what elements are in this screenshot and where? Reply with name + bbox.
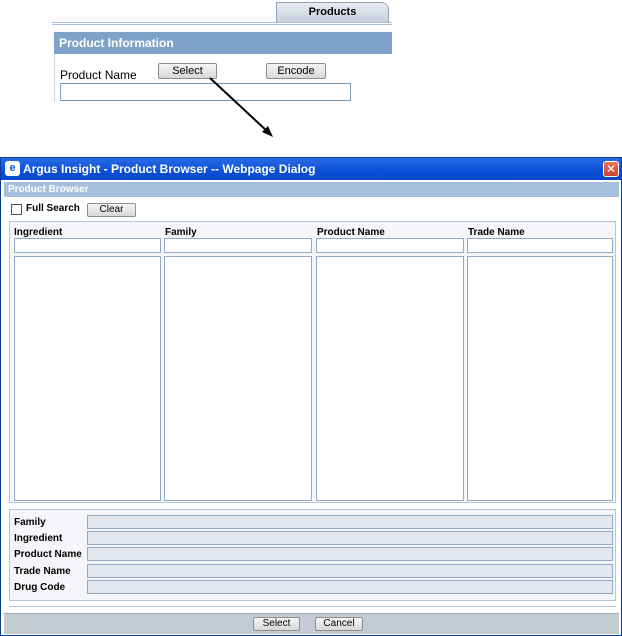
clear-button[interactable]: Clear (87, 203, 136, 217)
footer-divider (9, 606, 616, 607)
detail-field-family (87, 515, 613, 529)
ingredient-filter-input[interactable] (14, 238, 161, 253)
tab-underline (52, 22, 392, 23)
detail-field-drug-code (87, 580, 613, 594)
column-header-ingredient: Ingredient (14, 227, 63, 238)
close-icon[interactable]: ✕ (603, 161, 619, 177)
detail-label-trade-name: Trade Name (14, 566, 71, 577)
detail-label-drug-code: Drug Code (14, 582, 66, 593)
product-information-header: Product Information (54, 32, 392, 54)
product-name-list[interactable] (316, 256, 464, 501)
tab-products[interactable]: Products (276, 2, 389, 22)
dialog-select-button[interactable]: Select (253, 617, 300, 631)
product-name-input[interactable] (60, 83, 351, 101)
trade-name-filter-input[interactable] (467, 238, 613, 253)
family-filter-input[interactable] (164, 238, 312, 253)
detail-label-product-name: Product Name (14, 549, 82, 560)
full-search-label: Full Search (26, 203, 80, 214)
dialog-title: Argus Insight - Product Browser -- Webpa… (23, 162, 316, 176)
product-name-filter-input[interactable] (316, 238, 464, 253)
detail-field-product-name (87, 547, 613, 561)
product-browser-dialog: e Argus Insight - Product Browser -- Web… (0, 157, 622, 636)
encode-button[interactable]: Encode (266, 63, 326, 79)
ingredient-list[interactable] (14, 256, 161, 501)
family-list[interactable] (164, 256, 312, 501)
dialog-title-bar[interactable]: e Argus Insight - Product Browser -- Web… (1, 158, 621, 180)
detail-label-family: Family (14, 517, 46, 528)
product-name-label: Product Name (60, 68, 137, 82)
select-button[interactable]: Select (158, 63, 217, 79)
dialog-cancel-button[interactable]: Cancel (315, 617, 363, 631)
detail-field-trade-name (87, 564, 613, 578)
dialog-footer (4, 613, 619, 634)
column-header-trade-name: Trade Name (468, 227, 525, 238)
tab-underline-2 (52, 24, 392, 25)
product-browser-header: Product Browser (4, 182, 619, 197)
column-header-product-name: Product Name (317, 227, 385, 238)
ie-page-icon: e (5, 161, 20, 176)
detail-label-ingredient: Ingredient (14, 533, 63, 544)
full-search-checkbox[interactable] (11, 204, 22, 215)
trade-name-list[interactable] (467, 256, 613, 501)
detail-field-ingredient (87, 531, 613, 545)
column-header-family: Family (165, 227, 197, 238)
